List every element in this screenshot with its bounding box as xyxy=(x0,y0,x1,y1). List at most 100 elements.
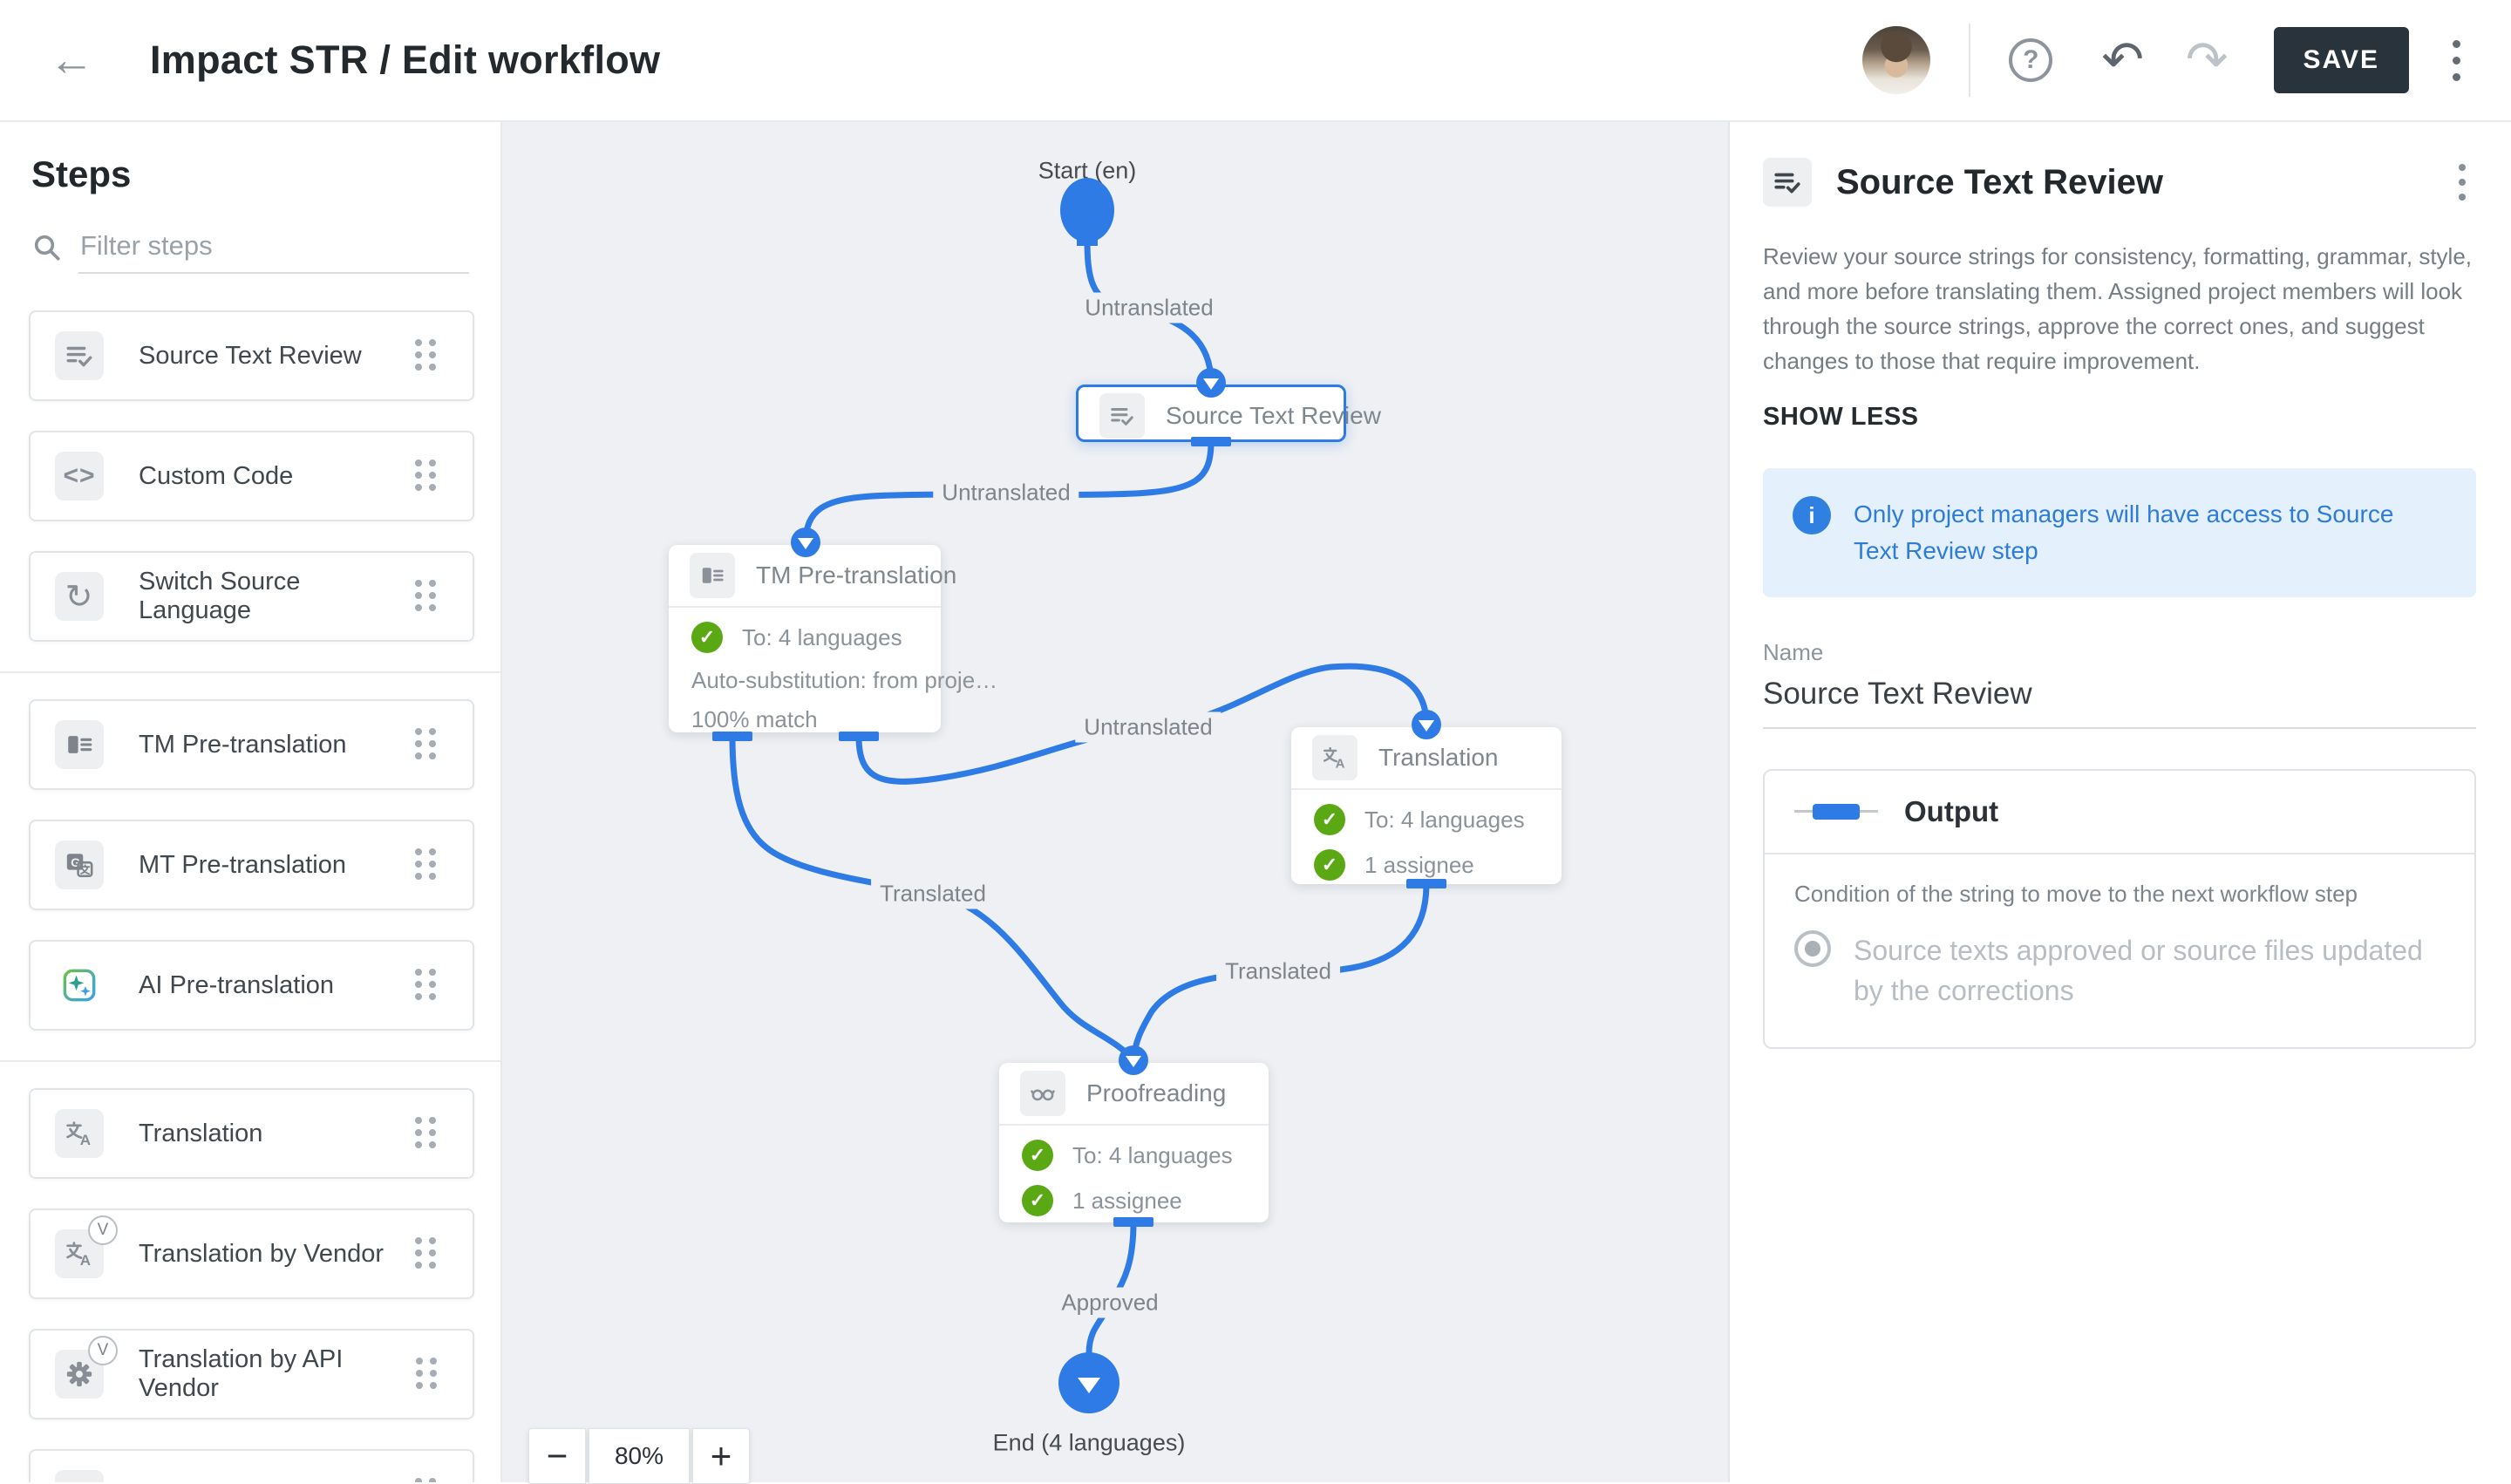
drag-handle-icon[interactable] xyxy=(415,969,438,1002)
vendor-badge: V xyxy=(88,1336,118,1365)
node-title: Source Text Review xyxy=(1166,402,1381,430)
node-row-text: To: 4 languages xyxy=(742,624,902,651)
workflow-canvas[interactable]: Source Text Review TM Pre-translation ✓ … xyxy=(502,122,1728,1482)
output-body: Condition of the string to move to the n… xyxy=(1765,854,2474,1047)
name-field[interactable] xyxy=(1763,673,2476,727)
drag-handle-icon[interactable] xyxy=(415,1237,438,1270)
more-options-icon[interactable] xyxy=(2440,31,2473,90)
drag-handle-icon[interactable] xyxy=(415,848,438,882)
condition-label: Condition of the string to move to the n… xyxy=(1794,881,2445,908)
node-row: ✓ 1 assignee xyxy=(1022,1185,1246,1216)
step-card-source-text-review[interactable]: Source Text Review xyxy=(29,310,474,401)
filter-steps-input[interactable] xyxy=(78,225,469,272)
show-less-link[interactable]: SHOW LESS xyxy=(1763,403,1919,432)
drag-handle-icon[interactable] xyxy=(415,1478,438,1482)
drag-handle-icon[interactable] xyxy=(415,339,438,372)
undo-icon[interactable]: ↶ xyxy=(2101,35,2144,85)
drag-handle-icon[interactable] xyxy=(415,459,438,493)
node-title: Proofreading xyxy=(1086,1079,1226,1107)
avatar[interactable] xyxy=(1862,26,1930,94)
help-glyph: ? xyxy=(2023,45,2038,75)
back-button[interactable]: ← xyxy=(49,37,94,83)
panel-header: Source Text Review xyxy=(1763,157,2476,208)
filter-row xyxy=(31,221,469,274)
topbar: ← Impact STR / Edit workflow ? ↶ ↷ SAVE xyxy=(0,0,2511,122)
node-row-text: 100% match xyxy=(691,706,818,733)
zoom-in-button[interactable]: + xyxy=(692,1428,750,1484)
step-card-translation[interactable]: A Translation xyxy=(29,1088,474,1179)
output-option-row: Source texts approved or source files up… xyxy=(1794,930,2445,1011)
topbar-divider xyxy=(1969,24,1970,97)
ai-sparkles-icon xyxy=(55,961,104,1010)
edge-label: Translated xyxy=(871,879,995,909)
output-option-text: Source texts approved or source files up… xyxy=(1854,930,2429,1011)
info-text: Only project managers will have access t… xyxy=(1854,496,2429,569)
help-icon[interactable]: ? xyxy=(2009,38,2052,82)
drag-handle-icon[interactable] xyxy=(415,580,438,613)
step-label: Translation by API Vendor xyxy=(139,1345,416,1403)
zoom-widget: − 80% + xyxy=(528,1428,750,1484)
check-icon: ✓ xyxy=(1314,849,1345,881)
end-label: End (4 languages) xyxy=(993,1430,1186,1457)
translate-vendor-icon: A V xyxy=(55,1229,104,1278)
code-icon: <> xyxy=(55,452,104,500)
node-row-text: 1 assignee xyxy=(1364,852,1474,879)
node-row-text: To: 4 languages xyxy=(1364,807,1525,834)
group-divider xyxy=(0,1060,500,1062)
radio-selected-icon[interactable] xyxy=(1794,930,1831,967)
node-row: ✓ 1 assignee xyxy=(1314,849,1539,881)
check-icon: ✓ xyxy=(1022,1185,1053,1216)
node-tm-pre-translation[interactable]: TM Pre-translation ✓ To: 4 languages Aut… xyxy=(669,545,941,732)
drag-handle-icon[interactable] xyxy=(416,1358,438,1391)
step-card-translation-by-api-vendor[interactable]: V Translation by API Vendor xyxy=(29,1329,474,1419)
drag-handle-icon[interactable] xyxy=(415,728,438,761)
node-row: ✓ To: 4 languages xyxy=(691,622,918,653)
edge-label: Untranslated xyxy=(1075,712,1221,743)
step-card-switch-source-language[interactable]: ↻ Switch Source Language xyxy=(29,551,474,642)
node-translation[interactable]: A Translation ✓ To: 4 languages ✓ 1 assi… xyxy=(1291,727,1562,884)
step-card-custom-code[interactable]: <> Custom Code xyxy=(29,431,474,521)
step-label: Custom Code xyxy=(139,462,293,491)
svg-text:A: A xyxy=(1336,756,1345,771)
translate-icon: A xyxy=(55,1109,104,1158)
step-card-translation-by-vendor[interactable]: A V Translation by Vendor xyxy=(29,1208,474,1299)
edge-label: Untranslated xyxy=(1076,293,1221,323)
output-port-icon xyxy=(1794,803,1878,820)
check-icon: ✓ xyxy=(1314,804,1345,835)
node-title: TM Pre-translation xyxy=(756,562,956,589)
step-label: AI Pre-translation xyxy=(139,971,334,1000)
save-button[interactable]: SAVE xyxy=(2274,27,2409,93)
node-source-text-review[interactable]: Source Text Review xyxy=(1076,385,1346,442)
step-card-ai-pre-translation[interactable]: AI Pre-translation xyxy=(29,940,474,1031)
drag-handle-icon[interactable] xyxy=(415,1117,438,1150)
output-card: Output Condition of the string to move t… xyxy=(1763,769,2476,1049)
redo-icon[interactable]: ↷ xyxy=(2186,35,2229,85)
step-card-mt-pre-translation[interactable]: G MT Pre-translation xyxy=(29,820,474,910)
list-check-icon xyxy=(1099,393,1145,439)
step-details-panel: Source Text Review Review your source st… xyxy=(1728,122,2511,1482)
edge-label: Approved xyxy=(1052,1288,1167,1318)
check-icon: ✓ xyxy=(1022,1140,1053,1171)
node-proofreading[interactable]: Proofreading ✓ To: 4 languages ✓ 1 assig… xyxy=(999,1063,1269,1222)
globe-icon xyxy=(55,1470,104,1482)
check-icon: ✓ xyxy=(691,622,723,653)
step-card-crowdsourcing[interactable]: Crowdsourcing xyxy=(29,1449,474,1482)
output-title: Output xyxy=(1904,795,1998,828)
step-options-icon[interactable] xyxy=(2448,157,2476,208)
gear-icon: V xyxy=(55,1350,104,1399)
list-check-icon xyxy=(55,331,104,380)
step-card-tm-pre-translation[interactable]: TM Pre-translation xyxy=(29,699,474,790)
translate-icon: A xyxy=(1312,735,1358,780)
steps-sidebar: Steps Source Text Review <> Custom Code xyxy=(0,122,502,1482)
zoom-out-button[interactable]: − xyxy=(528,1428,586,1484)
step-label: MT Pre-translation xyxy=(139,851,346,880)
edge-label: Translated xyxy=(1216,956,1340,987)
vendor-badge: V xyxy=(88,1215,118,1245)
info-box: i Only project managers will have access… xyxy=(1763,468,2476,597)
output-header: Output xyxy=(1765,771,2474,854)
node-row: ✓ To: 4 languages xyxy=(1022,1140,1246,1171)
node-row-text: Auto-substitution: from proje… xyxy=(691,667,997,694)
filter-input-underline xyxy=(78,225,469,274)
zoom-level: 80% xyxy=(589,1428,690,1484)
node-row-text: 1 assignee xyxy=(1072,1188,1182,1215)
